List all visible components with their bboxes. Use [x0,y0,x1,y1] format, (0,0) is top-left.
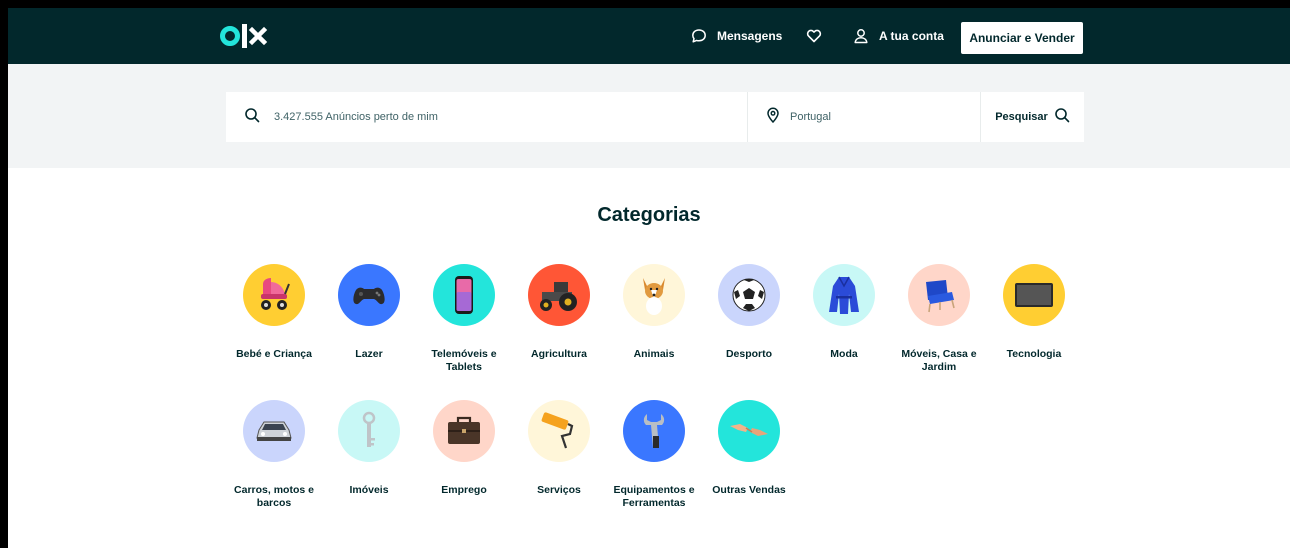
tv-icon [1003,264,1065,326]
category-agricultura[interactable]: Agricultura [511,264,607,361]
category-equipamentos-ferramentas[interactable]: Equipamentos e Ferramentas [606,400,702,510]
category-label: Emprego [441,484,487,496]
top-header: Mensagens A tua conta Anunciar e Vender [8,8,1290,64]
category-label: Bebé e Criança [236,348,312,360]
account-label: A tua conta [879,29,944,43]
category-label: Animais [633,348,675,360]
category-moda[interactable]: Moda [796,264,892,361]
category-label: Agricultura [530,348,587,360]
location-pin-icon [766,107,780,128]
category-label: Imóveis [349,484,389,496]
search-icon [244,107,260,128]
heart-icon [806,28,822,44]
location-input[interactable]: Portugal [748,92,980,142]
category-label: Móveis, Casa e Jardim [901,348,977,373]
favorites-button[interactable] [806,8,822,64]
messages-link[interactable]: Mensagens [691,8,782,64]
page: Mensagens A tua conta Anunciar e Vender [8,8,1290,548]
categories-title: Categorias [597,204,701,226]
search-icon [1054,107,1070,128]
wrench-icon [623,400,685,462]
gamepad-icon [338,264,400,326]
location-value: Portugal [790,111,831,123]
search-input[interactable]: 3.427.555 Anúncios perto de mim [226,92,747,142]
category-label: Equipamentos e Ferramentas [613,484,695,509]
category-label: Outras Vendas [712,484,786,496]
category-label: Serviços [537,484,581,496]
category-servicos[interactable]: Serviços [511,400,607,497]
dog-icon [623,264,685,326]
olx-logo[interactable] [220,21,272,51]
car-icon [243,400,305,462]
search-placeholder: 3.427.555 Anúncios perto de mim [274,111,438,123]
armchair-icon [908,264,970,326]
category-carros-motos-barcos[interactable]: Carros, motos e barcos [226,400,322,510]
category-imoveis[interactable]: Imóveis [321,400,417,497]
search-bar: 3.427.555 Anúncios perto de mim Portugal… [226,92,1084,142]
category-tecnologia[interactable]: Tecnologia [986,264,1082,361]
tractor-icon [528,264,590,326]
post-ad-button[interactable]: Anunciar e Vender [961,22,1083,54]
category-label: Tecnologia [1006,348,1062,360]
category-label: Moda [830,348,858,360]
category-outras-vendas[interactable]: Outras Vendas [701,400,797,497]
category-emprego[interactable]: Emprego [416,400,512,497]
smartphone-icon [433,264,495,326]
category-label: Telemóveis e Tablets [431,348,497,373]
soccer-ball-icon [718,264,780,326]
search-section: 3.427.555 Anúncios perto de mim Portugal… [8,64,1290,168]
user-icon [853,28,869,44]
briefcase-icon [433,400,495,462]
search-submit-button[interactable]: Pesquisar [981,92,1084,142]
category-desporto[interactable]: Desporto [701,264,797,361]
stroller-icon [243,264,305,326]
category-moveis-casa-jardim[interactable]: Móveis, Casa e Jardim [891,264,987,374]
account-link[interactable]: A tua conta [853,8,944,64]
coat-icon [813,264,875,326]
category-label: Lazer [355,348,383,360]
category-bebe-crianca[interactable]: Bebé e Criança [226,264,322,361]
category-telemoveis-tablets[interactable]: Telemóveis e Tablets [416,264,512,374]
category-animais[interactable]: Animais [606,264,702,361]
category-label: Desporto [725,348,773,360]
category-lazer[interactable]: Lazer [321,264,417,361]
chat-bubble-icon [691,28,707,44]
search-submit-label: Pesquisar [995,111,1048,123]
paint-roller-icon [528,400,590,462]
category-label: Carros, motos e barcos [234,484,314,509]
messages-label: Mensagens [717,29,783,43]
key-icon [338,400,400,462]
handshake-icon [718,400,780,462]
